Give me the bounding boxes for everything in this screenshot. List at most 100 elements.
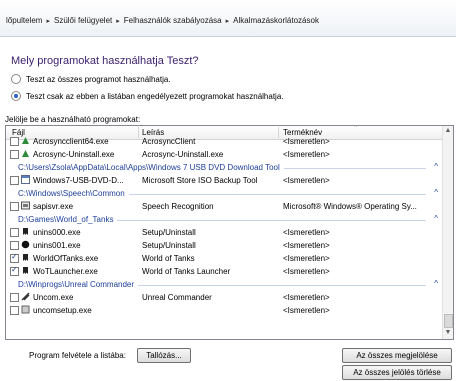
cell-desc: World of Tanks Launcher xyxy=(142,267,231,276)
browse-button[interactable]: Tallózás... xyxy=(137,348,191,363)
list-item[interactable]: unins001.exe Setup/Uninstall <Ismeretlen> xyxy=(6,239,442,252)
collapse-chevron-icon[interactable]: ^ xyxy=(434,279,438,288)
speech-app-icon xyxy=(21,201,30,210)
cell-desc: AcrosyncClient xyxy=(142,137,196,146)
group-path: D:\Winprogs\Unreal Commander xyxy=(18,280,135,289)
page-title: Mely programokat használhatja Teszt? xyxy=(11,55,199,67)
cell-file: unins001.exe xyxy=(33,241,81,250)
cell-file: Windows7-USB-DVD-D... xyxy=(33,176,124,185)
cell-file: WorldOfTanks.exe xyxy=(33,254,99,263)
chevron-right-icon: ▸ xyxy=(116,17,120,25)
cell-product: Microsoft® Windows® Operating Sy... xyxy=(283,202,417,211)
allow-checkbox[interactable] xyxy=(10,150,19,159)
cell-file: Acrosyncclient64.exe xyxy=(33,137,109,146)
program-list[interactable]: Fájl Leírás Terméknév ^ Acrosyncclient64… xyxy=(5,125,454,340)
group-header[interactable]: D:\Winprogs\Unreal Commander ^ xyxy=(6,278,442,291)
cell-desc: Setup/Uninstall xyxy=(142,241,196,250)
list-label: Jelölje be a használható programokat: xyxy=(5,115,141,124)
cell-desc: World of Tanks xyxy=(142,254,195,263)
breadcrumb-item-control-panel[interactable]: lőpultelem xyxy=(6,16,42,25)
scroll-up-icon[interactable]: ▲ xyxy=(443,126,453,136)
cell-file: WoTLauncher.exe xyxy=(33,267,98,276)
allow-checkbox[interactable] xyxy=(10,241,19,250)
allow-checkbox[interactable] xyxy=(10,137,19,146)
cell-desc: Microsoft Store ISO Backup Tool xyxy=(142,176,258,185)
cell-desc: Speech Recognition xyxy=(142,202,214,211)
group-divider xyxy=(117,220,426,221)
group-path: D:\Games\World_of_Tanks xyxy=(18,215,114,224)
select-all-button[interactable]: Az összes megjelölése xyxy=(342,348,452,363)
allow-checkbox[interactable] xyxy=(10,228,19,237)
group-divider xyxy=(284,168,426,169)
radio-button[interactable] xyxy=(11,91,21,101)
cell-product: <Ismeretlen> xyxy=(283,241,330,250)
allow-checkbox[interactable] xyxy=(10,252,19,263)
cell-file: Uncom.exe xyxy=(33,293,74,302)
setup-icon xyxy=(21,305,30,314)
radio-label: Teszt az összes programot használhatja. xyxy=(26,74,171,84)
scroll-down-icon[interactable]: ▼ xyxy=(443,328,453,338)
cell-file: uncomsetup.exe xyxy=(33,306,92,315)
cell-desc: Acrosync-Uninstall.exe xyxy=(142,150,224,159)
cell-product: <Ismeretlen> xyxy=(283,176,330,185)
list-item[interactable]: unins000.exe Setup/Uninstall <Ismeretlen> xyxy=(6,226,442,239)
allow-checkbox[interactable] xyxy=(10,176,19,185)
collapse-chevron-icon[interactable]: ^ xyxy=(434,214,438,223)
collapse-chevron-icon[interactable]: ^ xyxy=(434,162,438,171)
allow-checkbox[interactable] xyxy=(10,202,19,211)
cell-product: <Ismeretlen> xyxy=(283,293,330,302)
allow-checkbox[interactable] xyxy=(10,265,19,276)
cell-desc: Unreal Commander xyxy=(142,293,212,302)
black-circle-icon xyxy=(21,240,30,249)
breadcrumb: lőpultelem ▸ Szülői felügyelet ▸ Felhasz… xyxy=(6,16,319,25)
list-item[interactable]: Acrosync-Uninstall.exe Acrosync-Uninstall… xyxy=(6,148,442,161)
cell-product: <Ismeretlen> xyxy=(283,137,330,146)
group-header[interactable]: D:\Games\World_of_Tanks ^ xyxy=(6,213,442,226)
breadcrumb-item-user-controls[interactable]: Felhasználók szabályozása xyxy=(124,16,222,25)
radio-allowed-programs-only[interactable]: Teszt csak az ebben a listában engedélye… xyxy=(11,91,284,101)
cell-product: <Ismeretlen> xyxy=(283,150,330,159)
unreal-commander-icon xyxy=(21,292,30,301)
list-item[interactable]: WoTLauncher.exe World of Tanks Launcher <I… xyxy=(6,265,442,278)
app-window-icon xyxy=(21,175,30,184)
list-item[interactable]: WorldOfTanks.exe World of Tanks <Ismeretle… xyxy=(6,252,442,265)
group-path: C:\Windows\Speech\Common xyxy=(18,189,125,198)
cell-desc: Setup/Uninstall xyxy=(142,228,196,237)
cell-file: sapisvr.exe xyxy=(33,202,74,211)
group-divider xyxy=(129,194,426,195)
allow-checkbox[interactable] xyxy=(10,306,19,315)
chevron-right-icon: ▸ xyxy=(225,17,230,25)
list-item[interactable]: Uncom.exe Unreal Commander <Ismeretlen> xyxy=(6,291,442,304)
sort-arrow-icon: ^ xyxy=(354,125,358,131)
cell-product: <Ismeretlen> xyxy=(283,228,330,237)
wot-icon xyxy=(21,266,30,275)
acrosync-icon xyxy=(21,136,30,145)
cell-product: <Ismeretlen> xyxy=(283,267,330,276)
scroll-thumb[interactable] xyxy=(444,314,453,328)
add-program-label: Program felvétele a listába: xyxy=(29,351,126,360)
radio-all-programs[interactable]: Teszt az összes programot használhatja. xyxy=(11,74,171,84)
list-item[interactable]: uncomsetup.exe <Ismeretlen> xyxy=(6,304,442,317)
clear-all-button[interactable]: Az összes jelölés törlése xyxy=(342,365,452,380)
breadcrumb-bar: lőpultelem ▸ Szülői felügyelet ▸ Felhasz… xyxy=(0,0,456,37)
radio-button[interactable] xyxy=(11,74,21,84)
breadcrumb-item-app-restrictions[interactable]: Alkalmazáskorlátozások xyxy=(233,16,319,25)
wot-icon xyxy=(21,227,30,236)
list-item[interactable]: sapisvr.exe Speech Recognition Microsoft® … xyxy=(6,200,442,213)
cell-product: <Ismeretlen> xyxy=(283,306,330,315)
group-path: C:\Users\Zsola\AppData\Local\Apps\Window… xyxy=(18,163,280,172)
group-header[interactable]: C:\Users\Zsola\AppData\Local\Apps\Window… xyxy=(6,161,442,174)
list-item[interactable]: Acrosyncclient64.exe AcrosyncClient <Ismer… xyxy=(6,135,442,148)
breadcrumb-item-parental-controls[interactable]: Szülői felügyelet xyxy=(54,16,112,25)
group-header[interactable]: C:\Windows\Speech\Common ^ xyxy=(6,187,442,200)
acrosync-icon xyxy=(21,149,30,158)
list-item[interactable]: Windows7-USB-DVD-D... Microsoft Store ISO… xyxy=(6,174,442,187)
radio-label: Teszt csak az ebben a listában engedélye… xyxy=(26,91,284,101)
group-divider xyxy=(138,285,426,286)
collapse-chevron-icon[interactable]: ^ xyxy=(434,188,438,197)
chevron-right-icon: ▸ xyxy=(46,17,50,25)
vertical-scrollbar[interactable]: ▲ ▼ xyxy=(442,126,453,339)
wot-icon xyxy=(21,253,30,262)
allow-checkbox[interactable] xyxy=(10,293,19,302)
cell-product: <Ismeretlen> xyxy=(283,254,330,263)
